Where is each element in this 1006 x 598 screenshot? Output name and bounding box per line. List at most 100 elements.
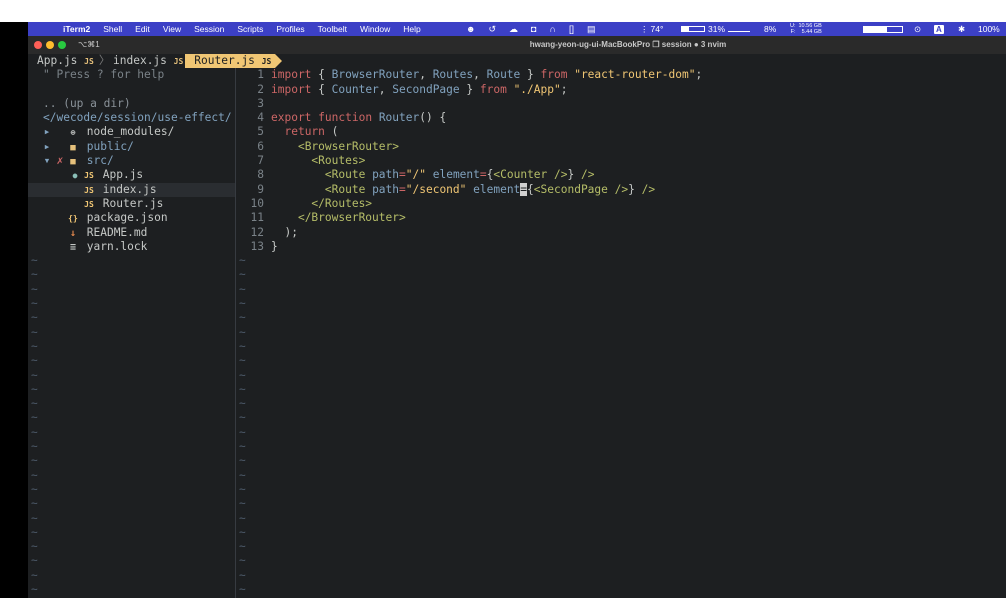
empty-line-tilde: ~: [31, 440, 38, 454]
file-tree[interactable]: " Press ? for help .. (up a dir) </wecod…: [28, 68, 235, 598]
bracket-icon[interactable]: []: [569, 24, 574, 34]
code-line: 9 <Route path="/second" element={<Second…: [236, 182, 1006, 197]
play-icon[interactable]: ⊙: [914, 22, 921, 36]
menu-item-edit[interactable]: Edit: [135, 24, 150, 34]
bluetooth-icon[interactable]: ✱: [958, 22, 965, 36]
menu-item-profiles[interactable]: Profiles: [276, 24, 304, 34]
empty-line-tilde: ~: [31, 525, 38, 539]
tree-updir[interactable]: .. (up a dir): [28, 97, 235, 111]
tree-entry-app-js[interactable]: ● JS App.js: [28, 168, 235, 182]
tree-cwd[interactable]: </wecode/session/use-effect/: [28, 111, 235, 125]
close-window-button[interactable]: [34, 41, 42, 49]
download-label: F:: [790, 29, 796, 35]
folder-icon: ■: [70, 142, 76, 153]
menu-item-shell[interactable]: Shell: [103, 24, 122, 34]
battery-status[interactable]: 100%: [978, 22, 1000, 36]
tab-app-js[interactable]: App.js JS: [28, 54, 96, 68]
tree-entry-readme[interactable]: ↓ README.md: [28, 226, 235, 240]
empty-line-tilde: ~: [31, 582, 38, 596]
menu-item-help[interactable]: Help: [403, 24, 420, 34]
empty-line-tilde: ~: [239, 297, 246, 311]
window-titlebar: ⌥⌘1 hwang-yeon-ug-ui-MacBookPro ❐ sessio…: [28, 36, 1006, 54]
menu-item-toolbelt[interactable]: Toolbelt: [318, 24, 347, 34]
tab-shortcut: ⌥⌘1: [78, 40, 100, 49]
input-source[interactable]: A: [934, 22, 944, 36]
zoom-window-button[interactable]: [58, 41, 66, 49]
tab-end-arrow: [275, 54, 283, 68]
code-line: 11 </BrowserRouter>: [236, 211, 1006, 225]
tree-entry-package-json[interactable]: {} package.json: [28, 211, 235, 225]
empty-line-tilde: ~: [31, 468, 38, 482]
tree-entry-label: node_modules/: [86, 125, 175, 139]
cloud-icon[interactable]: ☁: [509, 24, 518, 35]
empty-line-tilde: ~: [239, 582, 246, 596]
code-editor[interactable]: 1 import { BrowserRouter, Routes, Route }…: [236, 68, 1006, 598]
empty-line-tilde: ~: [239, 482, 246, 496]
cpu-history-bar: [728, 26, 751, 32]
thermometer-icon: ⋮: [640, 23, 649, 34]
paw-icon[interactable]: ☻: [466, 24, 475, 34]
desktop-edge: [0, 22, 28, 598]
menu-item-scripts[interactable]: Scripts: [237, 24, 263, 34]
memory-bottom: 5.44 GB: [801, 29, 822, 35]
tab-index-js[interactable]: index.js JS: [113, 54, 185, 68]
empty-line-tilde: ~: [239, 440, 246, 454]
battery-small-status[interactable]: 8%: [764, 22, 776, 36]
empty-line-tilde: ~: [239, 339, 246, 353]
headphones-icon[interactable]: ∩: [549, 24, 555, 34]
cpu-bar: [681, 26, 705, 32]
js-file-icon: JS: [84, 199, 94, 209]
empty-line-tilde: ~: [239, 454, 246, 468]
tree-entry-public[interactable]: ▸ ■ public/: [28, 140, 235, 154]
line-number: 11: [250, 211, 264, 225]
menu-item-session[interactable]: Session: [194, 24, 224, 34]
memory-graph[interactable]: [860, 22, 903, 36]
menu-item-view[interactable]: View: [163, 24, 181, 34]
terminal[interactable]: App.js JS 〉 index.js JS Router.js JS " P…: [28, 54, 1006, 598]
tree-empty-lines: ~ ~ ~ ~ ~ ~ ~ ~ ~ ~ ~ ~ ~ ~ ~ ~ ~ ~ ~ ~ ~ ~ ~ ~: [28, 254, 235, 597]
js-file-icon: JS: [84, 171, 94, 181]
cpu-status[interactable]: 31%: [678, 22, 751, 36]
minimize-window-button[interactable]: [46, 41, 54, 49]
js-icon: JS: [261, 57, 272, 66]
tree-entry-yarn-lock[interactable]: ≡ yarn.lock: [28, 240, 235, 254]
menu-item-app[interactable]: iTerm2: [63, 24, 90, 34]
tree-entry-label: index.js: [102, 182, 157, 196]
input-source-badge: A: [934, 24, 944, 34]
shield-icon[interactable]: ◘: [531, 24, 536, 34]
empty-line-tilde: ~: [31, 454, 38, 468]
empty-line-tilde: ~: [31, 497, 38, 511]
empty-line-tilde: ~: [31, 339, 38, 353]
empty-line-tilde: ~: [239, 397, 246, 411]
tree-entry-index-js[interactable]: JS index.js: [28, 182, 235, 197]
tree-entry-src[interactable]: ▾ ✗ ■ src/: [28, 154, 235, 168]
code-line: 5 return (: [236, 125, 1006, 139]
empty-line-tilde: ~: [239, 525, 246, 539]
empty-line-tilde: ~: [239, 540, 246, 554]
empty-line-tilde: ~: [31, 382, 38, 396]
menu-item-window[interactable]: Window: [360, 24, 390, 34]
tab-label: index.js: [113, 54, 167, 67]
tree-entry-router-js[interactable]: JS Router.js: [28, 197, 235, 211]
battery-value: 100%: [978, 24, 1000, 34]
cpu-value: 31%: [708, 24, 726, 34]
line-number: 4: [257, 111, 264, 125]
network-status[interactable]: U: F: 10.56 GB 5.44 GB: [790, 22, 825, 36]
js-file-icon: JS: [84, 185, 94, 195]
keyboard-icon[interactable]: ▤: [587, 24, 596, 35]
tab-router-js[interactable]: Router.js JS: [185, 54, 276, 69]
empty-line-tilde: ~: [31, 254, 38, 268]
history-icon[interactable]: ↺: [488, 24, 496, 35]
modified-dot-icon: ●: [72, 171, 78, 181]
tree-entry-node-modules[interactable]: ▸ ⊕ node_modules/: [28, 125, 235, 139]
empty-line-tilde: ~: [239, 382, 246, 396]
empty-line-tilde: ~: [31, 554, 38, 568]
empty-line-tilde: ~: [31, 297, 38, 311]
empty-line-tilde: ~: [239, 425, 246, 439]
chevron-right-icon: ▸: [43, 125, 51, 139]
empty-line-tilde: ~: [239, 497, 246, 511]
line-number: 6: [257, 139, 264, 153]
temperature-status[interactable]: ⋮ 74°: [640, 22, 663, 36]
code-line: 12 );: [236, 226, 1006, 240]
text-file-icon: ≡: [69, 241, 77, 253]
